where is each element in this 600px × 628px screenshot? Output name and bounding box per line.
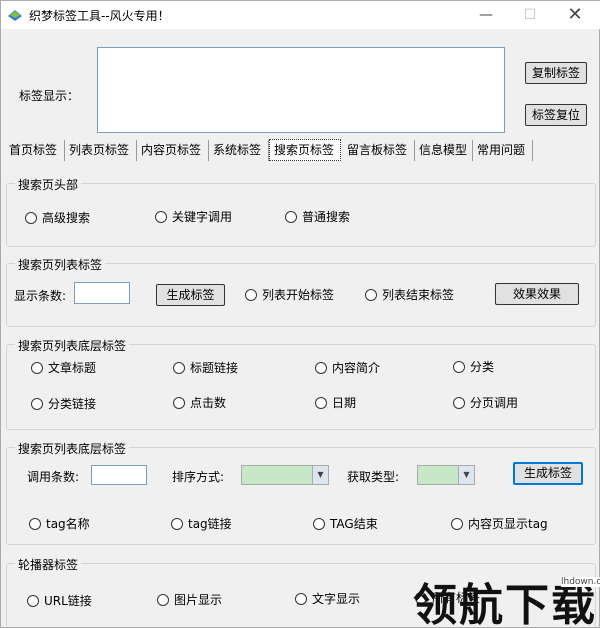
tag-display-textarea[interactable] (97, 47, 505, 133)
app-icon (8, 10, 22, 21)
reset-tag-button[interactable]: 标签复位 (525, 104, 587, 126)
radio-image-display[interactable]: 图片显示 (157, 592, 222, 608)
radio-title-link[interactable]: 标题链接 (173, 360, 238, 376)
watermark-logo: 领航下载 lhdown.com (413, 567, 600, 628)
tag-display-label: 标签显示： (19, 89, 80, 103)
chevron-down-icon: ▼ (458, 466, 474, 484)
search-bottom-group: 搜索页列表底层标签 (6, 337, 596, 430)
tab-home[interactable]: 首页标签 (5, 140, 65, 161)
radio-keyword-call[interactable]: 关键字调用 (155, 209, 232, 225)
radio-url-link[interactable]: URL链接 (27, 593, 92, 609)
radio-normal-search[interactable]: 普通搜索 (285, 209, 350, 225)
sort-select[interactable]: ▼ (241, 465, 329, 485)
radio-date[interactable]: 日期 (315, 395, 356, 411)
tab-faq[interactable]: 常用问题 (473, 140, 533, 161)
group-title: 搜索页头部 (15, 176, 82, 193)
fetch-type-select[interactable]: ▼ (417, 465, 475, 485)
tab-list-page[interactable]: 列表页标签 (65, 140, 137, 161)
group-title: 搜索页列表标签 (15, 256, 106, 273)
radio-tag-end[interactable]: TAG结束 (313, 516, 378, 532)
call-count-input[interactable] (91, 465, 147, 485)
sort-label: 排序方式: (172, 470, 225, 484)
tab-guestbook[interactable]: 留言板标签 (343, 140, 415, 161)
radio-category[interactable]: 分类 (453, 359, 494, 375)
radio-list-start-tag[interactable]: 列表开始标签 (245, 287, 334, 303)
radio-pagination[interactable]: 分页调用 (453, 395, 518, 411)
radio-content-summary[interactable]: 内容简介 (315, 360, 380, 376)
watermark-url: lhdown.com (561, 577, 600, 587)
radio-tag-link[interactable]: tag链接 (171, 516, 232, 532)
chevron-down-icon: ▼ (312, 466, 328, 484)
app-window: 织梦标签工具--风火专用！ — ☐ ✕ 标签显示： 复制标签 标签复位 首页标签… (0, 0, 600, 628)
effect-button[interactable]: 效果效果 (495, 283, 579, 305)
group-title: 搜索页列表底层标签 (15, 440, 130, 457)
radio-list-end-tag[interactable]: 列表结束标签 (365, 287, 454, 303)
display-count-input[interactable] (74, 282, 130, 304)
window-title: 织梦标签工具--风火专用！ (29, 9, 170, 23)
group-title: 轮播器标签 (15, 556, 82, 573)
maximize-button[interactable]: ☐ (515, 5, 545, 25)
radio-tag-name[interactable]: tag名称 (29, 516, 90, 532)
close-button[interactable]: ✕ (560, 5, 590, 25)
radio-advanced-search[interactable]: 高级搜索 (25, 210, 90, 226)
minimize-button[interactable]: — (471, 5, 501, 25)
tab-content-page[interactable]: 内容页标签 (137, 140, 209, 161)
tab-search-page[interactable]: 搜索页标签 (269, 139, 341, 161)
radio-click-count[interactable]: 点击数 (173, 395, 226, 411)
radio-text-display[interactable]: 文字显示 (295, 591, 360, 607)
fetch-type-label: 获取类型: (347, 470, 400, 484)
generate-tag-button-2[interactable]: 生成标签 (513, 462, 583, 485)
call-count-label: 调用条数: (27, 470, 80, 484)
radio-content-show-tag[interactable]: 内容页显示tag (451, 516, 548, 532)
display-count-label: 显示条数: (14, 289, 67, 303)
radio-category-link[interactable]: 分类链接 (31, 396, 96, 412)
tab-info-model[interactable]: 信息模型 (415, 140, 473, 161)
tab-system[interactable]: 系统标签 (209, 140, 269, 161)
title-bar: 织梦标签工具--风火专用！ — ☐ ✕ (1, 1, 600, 29)
generate-tag-button[interactable]: 生成标签 (156, 284, 225, 306)
group-title: 搜索页列表底层标签 (15, 337, 130, 354)
copy-tag-button[interactable]: 复制标签 (525, 62, 587, 84)
radio-article-title[interactable]: 文章标题 (31, 360, 96, 376)
